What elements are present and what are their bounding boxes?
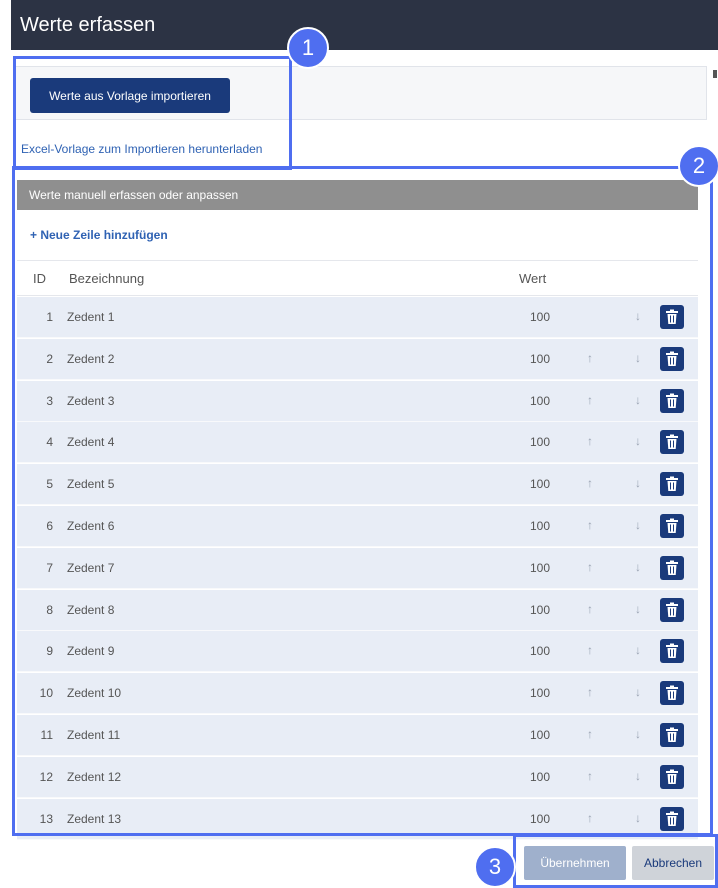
apply-button[interactable]: Übernehmen (524, 846, 626, 880)
callout-box-2 (12, 166, 713, 836)
cancel-button[interactable]: Abbrechen (632, 846, 714, 880)
callout-badge-2: 2 (678, 145, 718, 187)
dialog-titlebar: Werte erfassen (11, 0, 718, 50)
callout-box-1 (13, 56, 292, 170)
callout-badge-1: 1 (287, 27, 329, 69)
dialog-title: Werte erfassen (20, 14, 156, 36)
callout-badge-3: 3 (474, 846, 516, 888)
scrollbar-thumb[interactable] (713, 70, 717, 78)
